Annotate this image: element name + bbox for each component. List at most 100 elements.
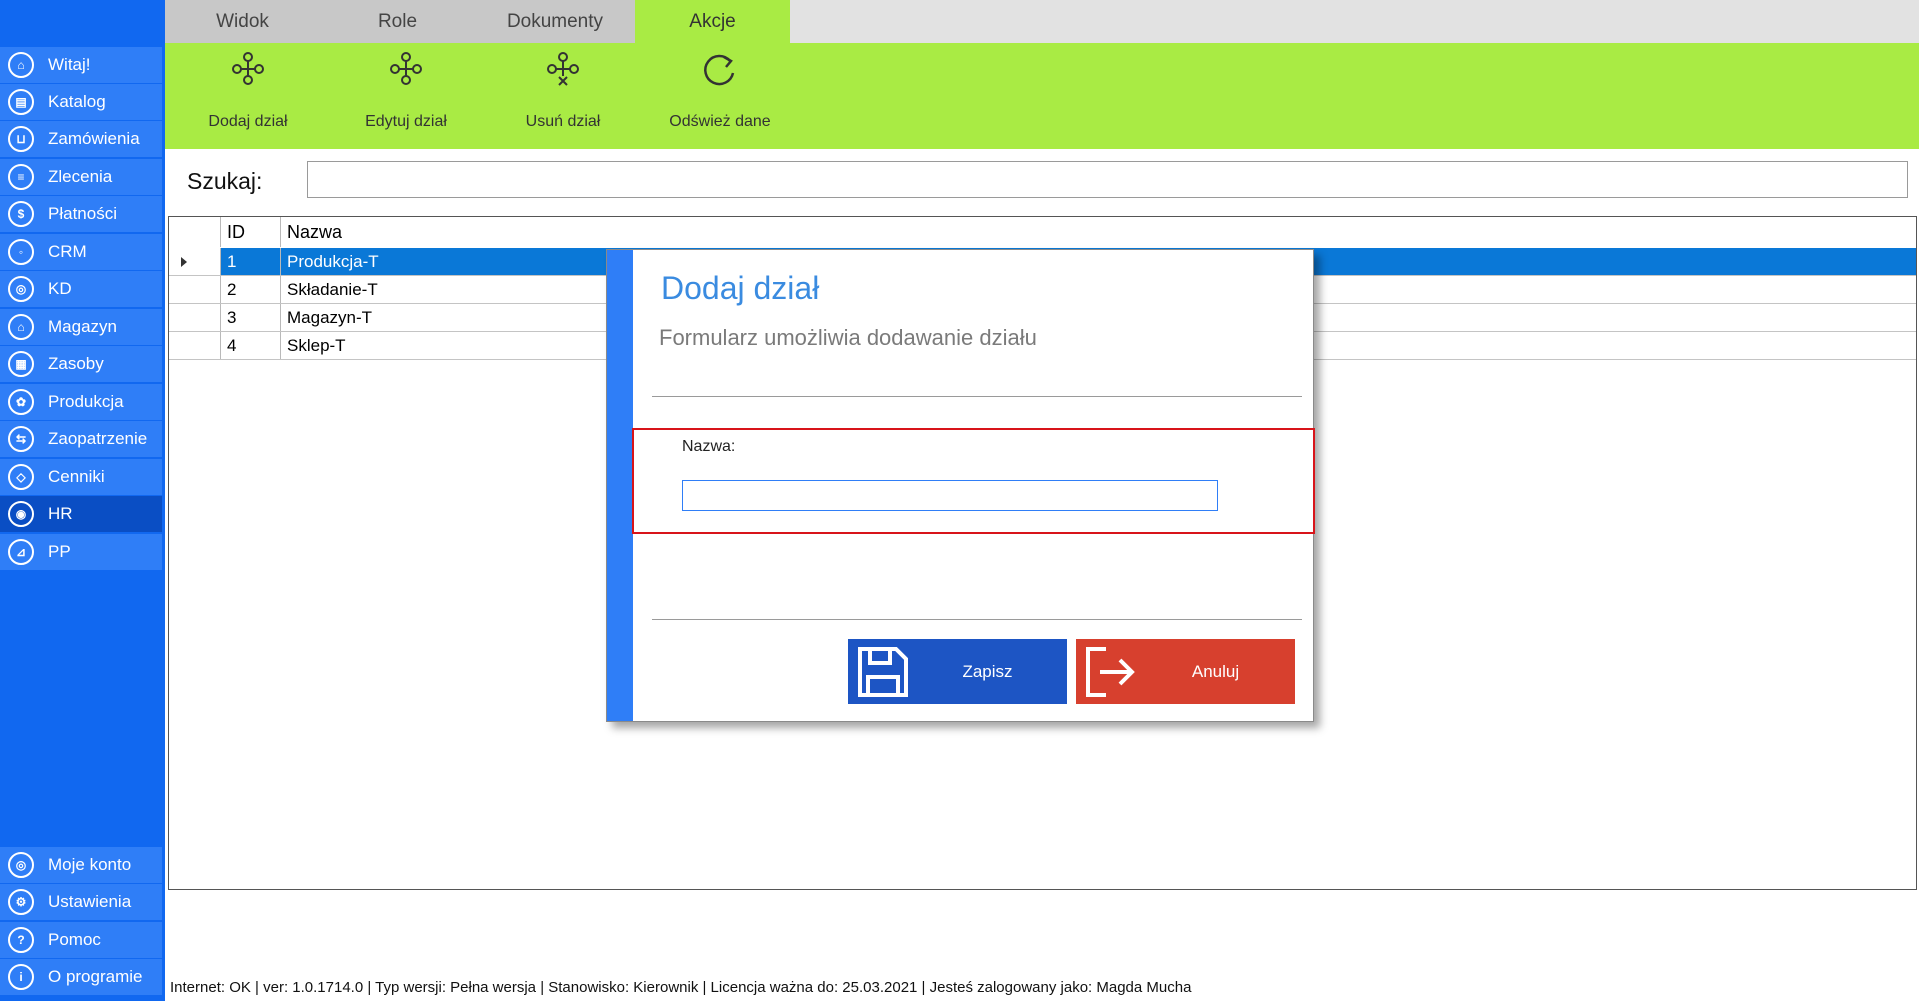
sidebar-item-label: Cenniki bbox=[48, 467, 105, 486]
sidebar-item-hr[interactable]: ◉ HR bbox=[0, 496, 162, 532]
sidebar-item-pp[interactable]: ⊿ PP bbox=[0, 534, 162, 570]
dollar-icon: $ bbox=[8, 201, 34, 227]
cancel-button[interactable]: Anuluj bbox=[1076, 639, 1295, 704]
current-row-arrow-icon bbox=[181, 257, 187, 267]
sidebar-item-label: Zasoby bbox=[48, 354, 104, 373]
sidebar-item-label: O programie bbox=[48, 967, 143, 986]
sidebar-item-label: HR bbox=[48, 504, 73, 523]
cart-icon: ⊔ bbox=[8, 126, 34, 152]
cancel-button-label: Anuluj bbox=[1191, 661, 1240, 681]
sidebar-item-label: Zaopatrzenie bbox=[48, 429, 148, 448]
sidebar-item-label: Magazyn bbox=[48, 317, 117, 336]
sidebar-item-produkcja[interactable]: ✿ Produkcja bbox=[0, 384, 162, 420]
ribbon-button-label: Edytuj dział bbox=[365, 113, 447, 130]
ribbon-button-label: Dodaj dział bbox=[208, 113, 288, 130]
divider bbox=[652, 619, 1302, 620]
add-department-icon bbox=[232, 52, 264, 85]
tab-widok[interactable]: Widok bbox=[165, 0, 320, 43]
dialog-accent-stripe bbox=[607, 250, 633, 721]
pp-icon: ⊿ bbox=[8, 539, 34, 565]
sidebar-item-zlecenia[interactable]: ≡ Zlecenia bbox=[0, 159, 162, 195]
sidebar-item-pomoc[interactable]: ? Pomoc bbox=[0, 922, 162, 958]
status-bar: Internet: OK | ver: 1.0.1714.0 | Typ wer… bbox=[170, 979, 1192, 996]
ribbon-button-label: Usuń dział bbox=[525, 113, 601, 130]
cell-id[interactable]: 2 bbox=[221, 276, 281, 303]
sidebar-item-zasoby[interactable]: ▦ Zasoby bbox=[0, 346, 162, 382]
app-window: ⌂ Witaj! ▤ Katalog ⊔ Zamówienia ≡ Zlecenia $… bbox=[0, 0, 1919, 1001]
list-icon: ≡ bbox=[8, 164, 34, 190]
person-icon: ◎ bbox=[8, 276, 34, 302]
column-header-id[interactable]: ID bbox=[221, 217, 281, 247]
crm-icon: ◦ bbox=[8, 239, 34, 265]
search-label: Szukaj: bbox=[187, 168, 263, 194]
sidebar-item-platnosci[interactable]: $ Płatności bbox=[0, 196, 162, 232]
sidebar-item-label: Katalog bbox=[48, 92, 106, 111]
save-button-label: Zapisz bbox=[962, 661, 1013, 681]
sidebar-item-crm[interactable]: ◦ CRM bbox=[0, 234, 162, 270]
name-input[interactable] bbox=[682, 480, 1218, 511]
home-icon: ⌂ bbox=[8, 52, 34, 78]
production-icon: ✿ bbox=[8, 389, 34, 415]
refresh-icon bbox=[704, 54, 735, 86]
sidebar-item-katalog[interactable]: ▤ Katalog bbox=[0, 84, 162, 120]
row-selector[interactable] bbox=[169, 304, 221, 331]
truck-icon: ⇆ bbox=[8, 426, 34, 452]
cell-id[interactable]: 1 bbox=[221, 248, 281, 275]
sidebar-item-magazyn[interactable]: ⌂ Magazyn bbox=[0, 309, 162, 345]
dialog-title: Dodaj dział bbox=[661, 270, 820, 306]
search-input[interactable] bbox=[307, 161, 1908, 198]
name-field-label: Nazwa: bbox=[682, 438, 736, 455]
sidebar-item-moje-konto[interactable]: ◎ Moje konto bbox=[0, 847, 162, 883]
warehouse-icon: ⌂ bbox=[8, 314, 34, 340]
sidebar-item-label: Pomoc bbox=[48, 930, 101, 949]
sidebar-item-label: Płatności bbox=[48, 204, 117, 223]
settings-icon: ⚙ bbox=[8, 889, 34, 915]
sidebar-item-zaopatrzenie[interactable]: ⇆ Zaopatrzenie bbox=[0, 421, 162, 457]
sidebar-item-witaj[interactable]: ⌂ Witaj! bbox=[0, 47, 162, 83]
name-field-highlight: Nazwa: bbox=[632, 428, 1315, 534]
sidebar-item-cenniki[interactable]: ◇ Cenniki bbox=[0, 459, 162, 495]
save-button[interactable]: Zapisz bbox=[848, 639, 1067, 704]
sidebar: ⌂ Witaj! ▤ Katalog ⊔ Zamówienia ≡ Zlecenia $… bbox=[0, 0, 165, 1001]
column-header-name[interactable]: Nazwa bbox=[281, 217, 1916, 247]
cell-id[interactable]: 3 bbox=[221, 304, 281, 331]
cell-id[interactable]: 4 bbox=[221, 332, 281, 359]
tab-role[interactable]: Role bbox=[320, 0, 475, 43]
sidebar-item-ustawienia[interactable]: ⚙ Ustawienia bbox=[0, 884, 162, 920]
account-icon: ◎ bbox=[8, 852, 34, 878]
tab-bar: Widok Role Dokumenty Akcje bbox=[165, 0, 1919, 43]
row-header-corner bbox=[169, 217, 221, 247]
sidebar-item-label: Zamówienia bbox=[48, 129, 140, 148]
edit-department-button[interactable]: Edytuj dział bbox=[331, 43, 481, 149]
add-department-button[interactable]: Dodaj dział bbox=[173, 43, 323, 149]
edit-department-icon bbox=[390, 52, 422, 85]
sidebar-item-label: KD bbox=[48, 279, 72, 298]
sidebar-item-label: Ustawienia bbox=[48, 892, 132, 911]
divider bbox=[652, 396, 1302, 397]
sidebar-item-o-programie[interactable]: i O programie bbox=[0, 959, 162, 995]
hr-icon: ◉ bbox=[8, 501, 34, 527]
sidebar-item-zamowienia[interactable]: ⊔ Zamówienia bbox=[0, 121, 162, 157]
tab-akcje[interactable]: Akcje bbox=[635, 0, 790, 43]
dialog-subtitle: Formularz umożliwia dodawanie działu bbox=[659, 325, 1037, 350]
sidebar-item-label: Produkcja bbox=[48, 392, 124, 411]
ribbon-button-label: Odśwież dane bbox=[669, 113, 771, 130]
tab-dokumenty[interactable]: Dokumenty bbox=[475, 0, 635, 43]
row-selector[interactable] bbox=[169, 276, 221, 303]
refresh-button[interactable]: Odśwież dane bbox=[645, 43, 795, 149]
ribbon-toolbar: Dodaj dział Edytuj dział Usuń dział Odśw… bbox=[165, 43, 1919, 149]
sidebar-item-kd[interactable]: ◎ KD bbox=[0, 271, 162, 307]
grid-header-row: ID Nazwa bbox=[169, 217, 1916, 247]
help-icon: ? bbox=[8, 927, 34, 953]
add-department-dialog: Dodaj dział Formularz umożliwia dodawani… bbox=[606, 249, 1315, 722]
sidebar-item-label: PP bbox=[48, 542, 71, 561]
sidebar-item-label: Zlecenia bbox=[48, 167, 113, 186]
row-selector[interactable] bbox=[169, 248, 221, 275]
info-icon: i bbox=[8, 964, 34, 990]
delete-department-button[interactable]: Usuń dział bbox=[488, 43, 638, 149]
delete-department-icon bbox=[547, 52, 579, 86]
box-icon: ▦ bbox=[8, 351, 34, 377]
row-selector[interactable] bbox=[169, 332, 221, 359]
tag-icon: ◇ bbox=[8, 464, 34, 490]
sidebar-item-label: CRM bbox=[48, 242, 87, 261]
